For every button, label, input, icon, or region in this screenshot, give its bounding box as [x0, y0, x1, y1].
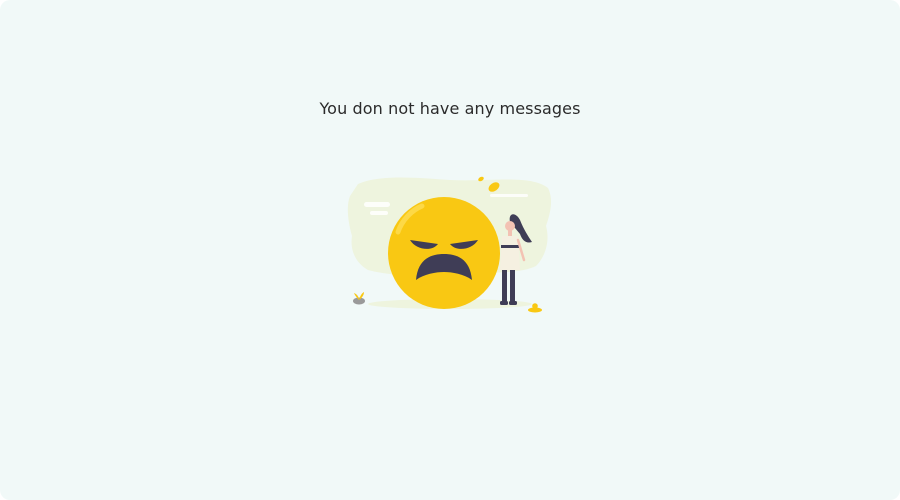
empty-state-message: You don not have any messages: [319, 99, 581, 118]
sad-emoji-illustration: [347, 176, 552, 313]
small-plant: [353, 292, 365, 305]
sad-face-emoji: [388, 197, 500, 309]
empty-state-panel: You don not have any messages: [0, 0, 900, 500]
